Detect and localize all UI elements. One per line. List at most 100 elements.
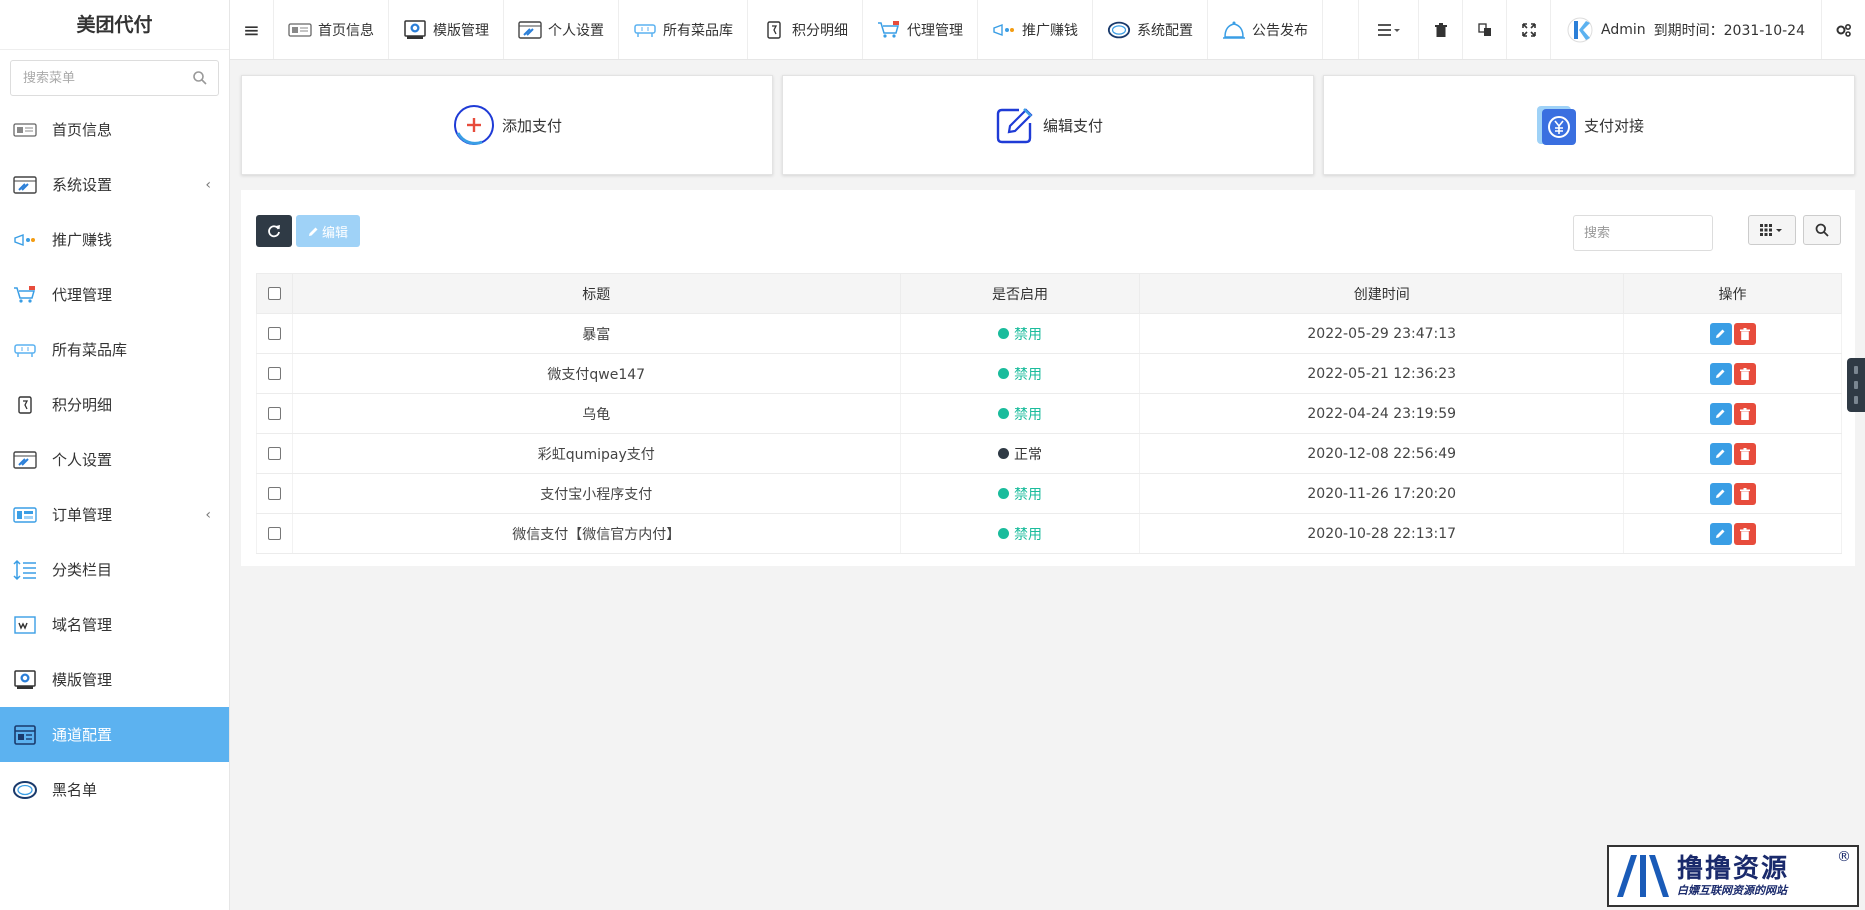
row-edit-button[interactable] xyxy=(1709,482,1732,505)
status-badge[interactable]: 禁用 xyxy=(997,484,1042,504)
expire-date: 到期时间：2031-10-24 xyxy=(1653,22,1805,39)
watermark-title: 撸撸资源 xyxy=(1677,854,1790,884)
top-tab-4[interactable]: 积分明细 xyxy=(748,0,863,59)
sidebar-item-11[interactable]: 通道配置 xyxy=(0,707,229,762)
status-badge[interactable]: 正常 xyxy=(997,444,1042,464)
sidebar-item-8[interactable]: 分类栏目 xyxy=(0,542,229,597)
row-checkbox[interactable] xyxy=(267,527,281,540)
status-dot xyxy=(997,408,1009,419)
sidebar-item-1[interactable]: 系统设置 ‹ xyxy=(0,157,229,212)
sidebar-item-2[interactable]: 推广赚钱 xyxy=(0,212,229,267)
top-tab-5[interactable]: 代理管理 xyxy=(863,0,978,59)
row-delete-button[interactable] xyxy=(1733,362,1756,385)
clear-cache-button[interactable] xyxy=(1418,0,1462,59)
user-menu[interactable]: Admin 到期时间：2031-10-24 xyxy=(1550,0,1821,59)
cell-title: 支付宝小程序支付 xyxy=(291,473,901,514)
top-tab-3[interactable]: 所有菜品库 xyxy=(619,0,748,59)
sidebar-item-label: 推广赚钱 xyxy=(52,231,113,249)
language-button[interactable] xyxy=(1462,0,1506,59)
sidebar-item-4[interactable]: 所有菜品库 xyxy=(0,322,229,377)
status-dot xyxy=(997,328,1009,339)
column-header-enabled[interactable]: 是否启用 xyxy=(899,273,1141,314)
row-edit-button[interactable] xyxy=(1709,362,1732,385)
trash-icon xyxy=(1739,447,1750,460)
top-tab-2[interactable]: 个人设置 xyxy=(504,0,619,59)
logo-icon xyxy=(1617,855,1669,897)
row-checkbox[interactable] xyxy=(267,327,281,340)
top-tab-8[interactable]: 公告发布 xyxy=(1208,0,1323,59)
select-all-checkbox[interactable] xyxy=(267,287,281,300)
status-text: 禁用 xyxy=(1013,486,1042,503)
status-badge[interactable]: 禁用 xyxy=(997,364,1042,384)
cell-created: 2022-05-21 12:36:23 xyxy=(1139,353,1625,394)
sidebar-item-3[interactable]: 代理管理 xyxy=(0,267,229,322)
top-tab-0[interactable]: 首页信息 xyxy=(274,0,389,59)
orders-icon xyxy=(12,504,38,526)
row-delete-button[interactable] xyxy=(1733,402,1756,425)
dishes-icon xyxy=(633,20,657,40)
sidebar-menu: 首页信息 系统设置 ‹ 推广赚钱代理管理 所有菜品库 积分明细 个人设置 订单管理 ‹ 分类栏目域… xyxy=(0,102,229,817)
table-toolbar: 编辑 xyxy=(241,190,1855,260)
settings-button[interactable] xyxy=(1821,0,1865,59)
trash-icon xyxy=(1739,527,1750,540)
column-header-created[interactable]: 创建时间 xyxy=(1139,273,1625,314)
sidebar-item-label: 黑名单 xyxy=(52,781,98,799)
action-card-0[interactable]: 添加支付 xyxy=(241,75,773,175)
table-row: 支付宝小程序支付 禁用 2020-11-26 17:20:20 xyxy=(256,473,1842,514)
cell-created: 2022-05-29 23:47:13 xyxy=(1139,313,1625,354)
top-right-tools: Admin 到期时间：2031-10-24 xyxy=(1358,0,1865,59)
sidebar-item-0[interactable]: 首页信息 xyxy=(0,102,229,157)
status-badge[interactable]: 禁用 xyxy=(997,524,1042,544)
action-cards: 添加支付 编辑支付 支付对接 xyxy=(241,75,1855,175)
sidebar-item-5[interactable]: 积分明细 xyxy=(0,377,229,432)
sidebar-item-7[interactable]: 订单管理 ‹ xyxy=(0,487,229,542)
search-icon[interactable] xyxy=(192,70,208,86)
sidebar-item-10[interactable]: 模版管理 xyxy=(0,652,229,707)
row-delete-button[interactable] xyxy=(1733,482,1756,505)
row-edit-button[interactable] xyxy=(1709,402,1732,425)
domain-icon xyxy=(12,614,38,636)
menu-search-input[interactable] xyxy=(11,61,218,95)
top-tab-6[interactable]: 推广赚钱 xyxy=(978,0,1093,59)
search-button[interactable] xyxy=(1803,215,1841,245)
cell-created: 2020-12-08 22:56:49 xyxy=(1139,433,1625,474)
status-text: 禁用 xyxy=(1013,526,1042,543)
action-card-label: 支付对接 xyxy=(1583,116,1644,135)
cell-created: 2022-04-24 23:19:59 xyxy=(1139,393,1625,434)
row-edit-button[interactable] xyxy=(1709,322,1732,345)
row-checkbox[interactable] xyxy=(267,447,281,460)
edit-button[interactable]: 编辑 xyxy=(296,215,360,247)
watermark-logo: 撸撸资源 白嫖互联网资源的网站 ® xyxy=(1607,845,1859,907)
refresh-button[interactable] xyxy=(256,215,292,247)
row-checkbox[interactable] xyxy=(267,407,281,420)
cell-created: 2020-10-28 22:13:17 xyxy=(1139,513,1625,554)
cell-title: 微信支付【微信官方内付】 xyxy=(291,513,901,554)
top-tab-label: 个人设置 xyxy=(548,22,604,39)
column-header-title[interactable]: 标题 xyxy=(291,273,901,314)
sidebar-item-6[interactable]: 个人设置 xyxy=(0,432,229,487)
columns-toggle-button[interactable] xyxy=(1748,215,1796,245)
announcement-icon xyxy=(1222,20,1246,40)
status-badge[interactable]: 禁用 xyxy=(997,324,1042,344)
row-delete-button[interactable] xyxy=(1733,522,1756,545)
status-dot xyxy=(997,448,1009,459)
sidebar-item-12[interactable]: 黑名单 xyxy=(0,762,229,817)
table-search-input[interactable] xyxy=(1573,215,1713,251)
sidebar-item-9[interactable]: 域名管理 xyxy=(0,597,229,652)
action-card-2[interactable]: 支付对接 xyxy=(1323,75,1855,175)
tab-list-dropdown[interactable] xyxy=(1358,0,1418,59)
row-delete-button[interactable] xyxy=(1733,322,1756,345)
action-card-1[interactable]: 编辑支付 xyxy=(782,75,1314,175)
menu-toggle-button[interactable]: ≡ xyxy=(230,0,274,59)
row-checkbox[interactable] xyxy=(267,487,281,500)
menu-search xyxy=(10,60,219,96)
side-drawer-handle[interactable] xyxy=(1847,358,1865,412)
top-tab-7[interactable]: 系统配置 xyxy=(1093,0,1208,59)
row-edit-button[interactable] xyxy=(1709,442,1732,465)
fullscreen-button[interactable] xyxy=(1506,0,1550,59)
top-tab-1[interactable]: 模版管理 xyxy=(389,0,504,59)
row-delete-button[interactable] xyxy=(1733,442,1756,465)
row-edit-button[interactable] xyxy=(1709,522,1732,545)
row-checkbox[interactable] xyxy=(267,367,281,380)
status-badge[interactable]: 禁用 xyxy=(997,404,1042,424)
